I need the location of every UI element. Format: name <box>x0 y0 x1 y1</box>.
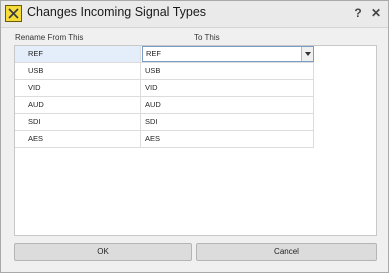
title-bar: Changes Incoming Signal Types ? ✕ <box>1 1 388 28</box>
from-cell[interactable]: REF <box>15 46 141 62</box>
table-row[interactable]: REF REF <box>15 46 314 63</box>
from-cell[interactable]: USB <box>15 63 141 79</box>
to-cell[interactable]: USB <box>142 63 314 79</box>
table-row[interactable]: SDI SDI <box>15 114 314 131</box>
dropdown-button[interactable] <box>301 47 313 61</box>
from-cell[interactable]: AUD <box>15 97 141 113</box>
dialog-window: Changes Incoming Signal Types ? ✕ Rename… <box>0 0 389 273</box>
from-cell[interactable]: VID <box>15 80 141 96</box>
help-button[interactable]: ? <box>349 4 367 22</box>
to-dropdown[interactable]: REF <box>142 46 314 62</box>
to-cell[interactable]: AES <box>142 131 314 147</box>
window-title: Changes Incoming Signal Types <box>27 5 207 19</box>
cancel-button[interactable]: Cancel <box>196 243 377 261</box>
column-header-from: Rename From This <box>15 33 84 42</box>
to-cell[interactable]: SDI <box>142 114 314 130</box>
to-cell[interactable]: AUD <box>142 97 314 113</box>
to-cell[interactable]: VID <box>142 80 314 96</box>
ok-button[interactable]: OK <box>14 243 192 261</box>
table-row[interactable]: AUD AUD <box>15 97 314 114</box>
column-header-to: To This <box>194 33 220 42</box>
table-row[interactable]: AES AES <box>15 131 314 148</box>
chevron-down-icon <box>305 52 311 56</box>
table-row[interactable]: VID VID <box>15 80 314 97</box>
table-row[interactable]: USB USB <box>15 63 314 80</box>
app-icon <box>5 5 22 22</box>
from-cell[interactable]: SDI <box>15 114 141 130</box>
to-dropdown-value: REF <box>146 49 161 58</box>
from-cell[interactable]: AES <box>15 131 141 147</box>
signal-grid[interactable]: REF REF USB USB VID VID AUD AUD SDI SDI … <box>14 45 377 236</box>
close-button[interactable]: ✕ <box>367 4 385 22</box>
